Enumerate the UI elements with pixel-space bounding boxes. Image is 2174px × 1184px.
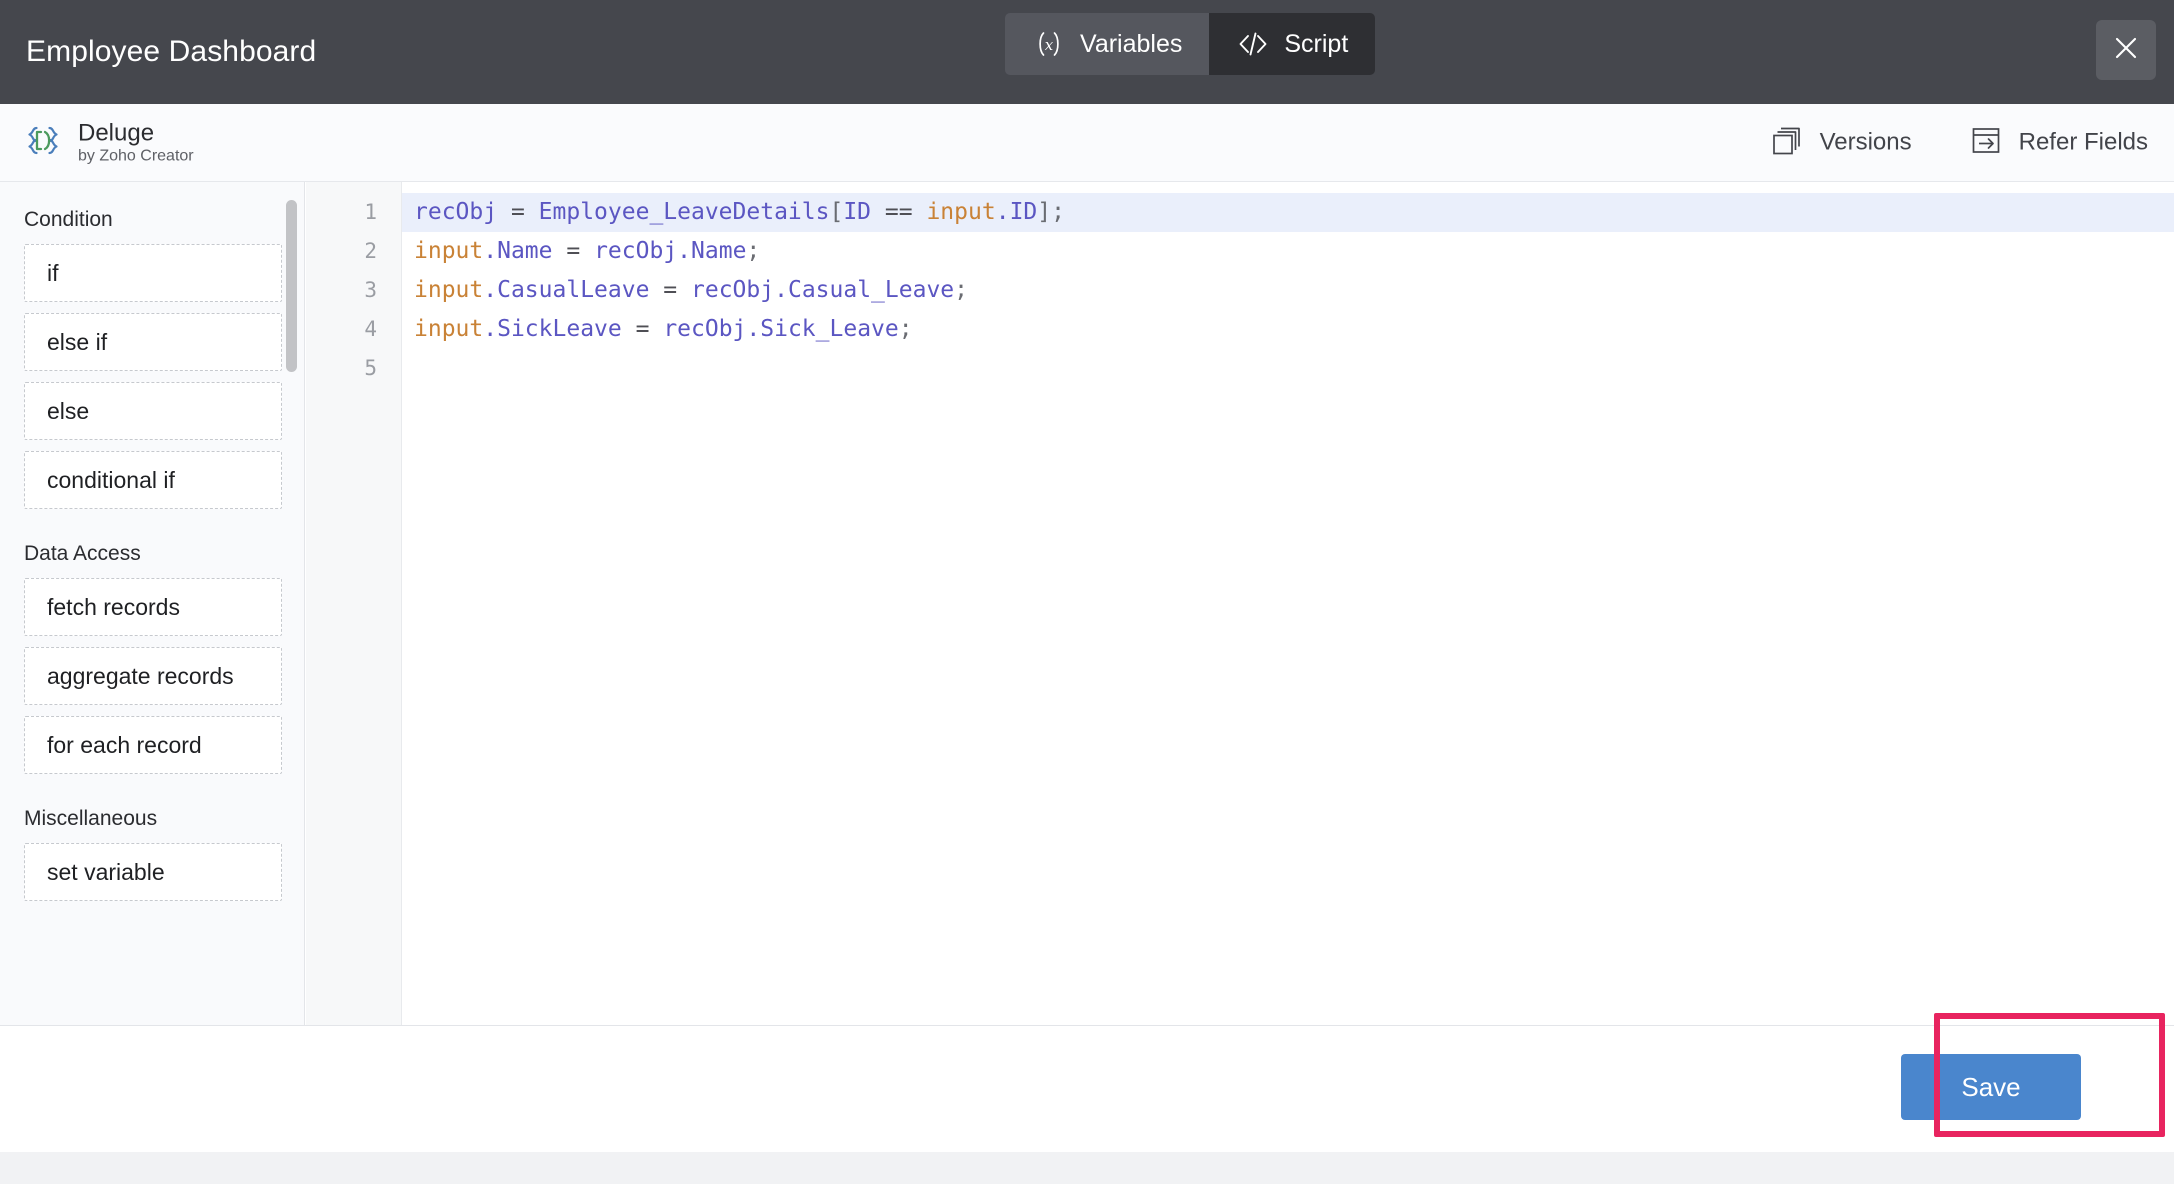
layers-stack-icon	[1771, 124, 1803, 161]
snippet-if[interactable]: if	[24, 244, 282, 302]
refer-fields-button[interactable]: Refer Fields	[1970, 124, 2148, 161]
code-line-5[interactable]	[402, 349, 2174, 388]
snippet-group-title: Data Access	[24, 542, 141, 565]
snippet-panel: Condition if else if else conditional if…	[0, 182, 305, 1025]
code-line-1[interactable]: recObj = Employee_LeaveDetails[ID == inp…	[402, 193, 2174, 232]
save-button[interactable]: Save	[1901, 1054, 2081, 1120]
code-text-area[interactable]: recObj = Employee_LeaveDetails[ID == inp…	[402, 182, 2174, 1025]
line-number: 4	[364, 317, 377, 341]
window-arrow-icon	[1970, 124, 2002, 161]
workarea: Condition if else if else conditional if…	[0, 182, 2174, 1025]
snippet-else-if[interactable]: else if	[24, 313, 282, 371]
line-number: 1	[364, 200, 377, 224]
code-line-2[interactable]: input.Name = recObj.Name;	[402, 232, 2174, 271]
top-header-bar: Employee Dashboard x Variables Script	[0, 0, 2174, 104]
tab-script[interactable]: Script	[1209, 13, 1376, 75]
code-editor: 1 2 3 4 5 recObj = Employee_LeaveDetails…	[306, 182, 2174, 1025]
snippet-else[interactable]: else	[24, 382, 282, 440]
snippet-group-miscellaneous: Miscellaneous set variable	[0, 807, 304, 901]
versions-button[interactable]: Versions	[1771, 124, 1912, 161]
close-icon	[2111, 33, 2141, 68]
footer-bar: Save	[0, 1025, 2174, 1152]
tab-variables[interactable]: x Variables	[1005, 13, 1210, 75]
tab-variables-label: Variables	[1080, 29, 1183, 58]
snippet-group-title: Miscellaneous	[24, 807, 158, 830]
toolbar-actions: Versions Refer Fields	[1771, 124, 2148, 161]
close-button[interactable]	[2096, 20, 2156, 80]
snippet-conditional-if[interactable]: conditional if	[24, 451, 282, 509]
deluge-brand: Deluge by Zoho Creator	[22, 119, 194, 166]
code-angle-brackets-icon	[1236, 27, 1270, 61]
line-number: 3	[364, 278, 377, 302]
refer-fields-label: Refer Fields	[2018, 128, 2148, 156]
snippet-group-condition: Condition if else if else conditional if	[0, 208, 304, 509]
bottom-strip	[0, 1152, 2174, 1184]
variables-paren-x-icon: x	[1032, 27, 1066, 61]
line-number: 5	[364, 356, 377, 380]
page-title: Employee Dashboard	[26, 35, 317, 68]
brand-name: Deluge	[78, 119, 155, 146]
versions-label: Versions	[1819, 128, 1912, 156]
snippet-group-data-access: Data Access fetch records aggregate reco…	[0, 542, 304, 774]
line-number-gutter: 1 2 3 4 5	[306, 182, 402, 1025]
snippet-group-title: Condition	[24, 208, 113, 231]
code-line-3[interactable]: input.CasualLeave = recObj.Casual_Leave;	[402, 271, 2174, 310]
deluge-toolbar: Deluge by Zoho Creator Versions Refer Fi…	[0, 104, 2174, 182]
code-line-4[interactable]: input.SickLeave = recObj.Sick_Leave;	[402, 310, 2174, 349]
line-number: 2	[364, 239, 377, 263]
snippet-set-variable[interactable]: set variable	[24, 843, 282, 901]
snippet-fetch-records[interactable]: fetch records	[24, 578, 282, 636]
tab-script-label: Script	[1284, 29, 1349, 58]
snippet-panel-scrollbar[interactable]	[286, 200, 297, 372]
deluge-logo-icon	[22, 119, 64, 166]
snippet-for-each-record[interactable]: for each record	[24, 716, 282, 774]
svg-text:x: x	[1045, 36, 1054, 54]
snippet-aggregate-records[interactable]: aggregate records	[24, 647, 282, 705]
brand-subtitle: by Zoho Creator	[78, 147, 194, 165]
mode-tab-group: x Variables Script	[1005, 13, 1376, 75]
